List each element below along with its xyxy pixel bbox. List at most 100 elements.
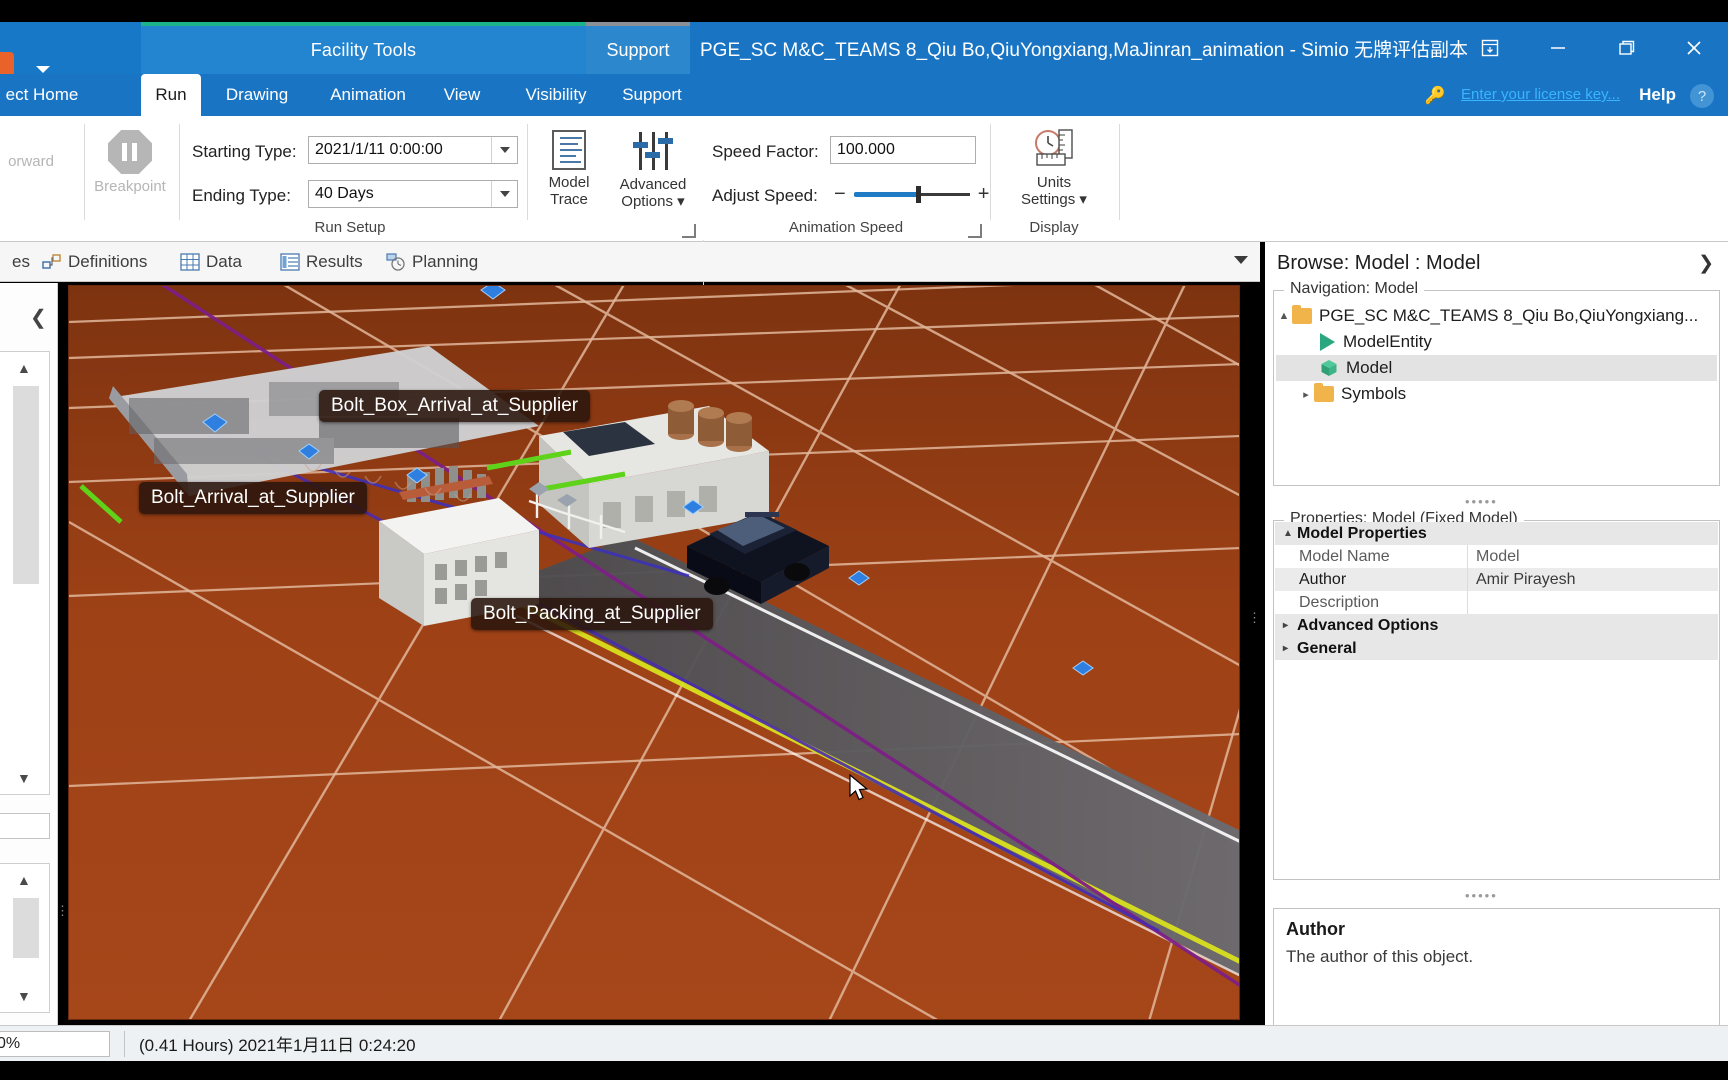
viewport-object-label[interactable]: Bolt_Packing_at_Supplier [471,598,713,630]
property-category-advanced-options[interactable]: ▸ Advanced Options [1275,614,1718,637]
run-setup-dialog-launcher[interactable] [682,224,696,238]
expander-icon[interactable]: ▲ [1276,310,1292,322]
panel-collapse-icon[interactable]: ❮ [30,305,47,330]
scroll-up-icon[interactable]: ▲ [17,360,31,376]
expander-icon[interactable]: ▸ [1298,388,1314,401]
left-scrollbar-thumb[interactable] [13,386,39,584]
property-value[interactable]: Model [1467,545,1718,568]
expander-icon[interactable]: ▸ [1283,620,1297,631]
subtab-results[interactable]: Results [280,248,363,276]
tree-item-model[interactable]: Model [1276,355,1717,381]
speed-slider-fill [853,191,918,197]
left-list-panel[interactable]: ▲ ▼ [0,351,50,795]
property-row-author[interactable]: Author Amir Pirayesh [1275,568,1718,591]
viewport-splitter-grip[interactable]: ⋮ [1248,611,1261,624]
units-settings-button[interactable]: Units Settings ▾ [1004,128,1104,209]
speed-factor-field[interactable] [830,136,976,164]
property-category-model-properties[interactable]: ▲ Model Properties [1275,522,1718,545]
minimize-button[interactable] [1524,22,1592,74]
animation-speed-dialog-launcher[interactable] [968,224,982,238]
property-row-model-name[interactable]: Model Name Model [1275,545,1718,568]
status-bar: 0% (0.41 Hours) 2021年1月11日 0:24:20 [0,1025,1728,1061]
tree-item-label: PGE_SC M&C_TEAMS 8_Qiu Bo,QiuYongxiang..… [1319,306,1699,325]
ending-type-dropdown-icon[interactable] [491,181,517,207]
speed-slider-track[interactable] [853,185,970,203]
ribbon-display-options-icon[interactable] [1456,22,1524,74]
application-window: Facility Tools Support PGE_SC M&C_TEAMS … [0,0,1728,1080]
starting-type-label: Starting Type: [192,142,297,161]
starting-type-input[interactable] [309,137,491,163]
tree-item-modelentity[interactable]: ModelEntity [1276,329,1717,355]
project-view-tabs: es Definitions Data Results Planning [0,242,1260,282]
tree-item-symbols[interactable]: ▸ Symbols [1276,381,1717,407]
property-help-body: The author of this object. [1286,947,1474,966]
folder-icon [1314,383,1334,402]
screen-letterbox-bottom [0,1061,1728,1080]
help-question-icon[interactable]: ? [1690,84,1714,108]
nav-properties-splitter[interactable]: ••••• [1465,494,1498,509]
forward-label: orward [8,153,54,170]
browse-expand-icon[interactable]: ❯ [1698,252,1714,275]
tab-drawing[interactable]: Drawing [207,74,307,116]
chevron-down-icon[interactable] [36,66,50,73]
left-list-panel-2[interactable]: ▲ ▼ [0,863,50,1013]
property-value[interactable] [1467,591,1718,614]
maximize-button[interactable] [1592,22,1660,74]
viewport-object-label[interactable]: Bolt_Arrival_at_Supplier [139,482,367,514]
property-value[interactable]: Amir Pirayesh [1467,568,1718,591]
speed-decrease-button[interactable]: − [834,184,846,204]
properties-help-splitter[interactable]: ••••• [1465,888,1498,903]
help-button[interactable]: Help [1639,85,1676,105]
scroll-down-icon-2[interactable]: ▼ [17,988,31,1004]
tab-view[interactable]: View [427,74,497,116]
adjust-speed-slider[interactable]: − + [834,184,989,204]
model-trace-button[interactable]: Model Trace [534,130,604,209]
expander-icon[interactable]: ▲ [1283,528,1297,539]
definitions-icon [42,253,62,271]
forward-button[interactable]: orward [0,153,76,171]
ending-type-input[interactable] [309,181,491,207]
tab-overflow-caret-icon[interactable] [1234,256,1248,264]
property-row-description[interactable]: Description [1275,591,1718,614]
left-scrollbar-thumb-2[interactable] [13,898,39,958]
viewport-object-label[interactable]: Bolt_Box_Arrival_at_Supplier [319,390,591,422]
speed-factor-input[interactable] [831,137,975,163]
properties-group: Properties: Model (Fixed Model) ▲ Model … [1273,510,1720,880]
ending-type-field[interactable] [308,180,518,208]
tab-project-home[interactable]: ect Home [0,74,102,116]
subtab-planning[interactable]: Planning [386,248,478,276]
expander-icon[interactable]: ▸ [1283,643,1297,654]
speed-slider-thumb[interactable] [915,185,921,203]
tab-animation[interactable]: Animation [313,74,423,116]
subtab-facilities[interactable]: es [0,248,30,276]
tab-label: View [443,85,481,104]
property-category-label: Model Properties [1297,524,1427,542]
property-category-general[interactable]: ▸ General [1275,637,1718,660]
advanced-options-button[interactable]: Advanced Options ▾ [605,130,701,211]
model-trace-icon [552,130,586,170]
adjust-speed-label: Adjust Speed: [712,186,818,205]
contextual-tab-facility-tools[interactable]: Facility Tools [141,22,586,74]
zoom-level-field[interactable]: 0% [0,1030,110,1057]
tree-item-project[interactable]: ▲ PGE_SC M&C_TEAMS 8_Qiu Bo,QiuYongxiang… [1276,303,1717,329]
license-key-link[interactable]: Enter your license key... [1461,86,1620,103]
facility-3d-viewport[interactable]: Bolt_Box_Arrival_at_Supplier Bolt_Arriva… [68,285,1240,1020]
tab-run[interactable]: Run [141,74,201,116]
tab-support[interactable]: Support [600,74,704,116]
starting-type-dropdown-icon[interactable] [491,137,517,163]
breakpoint-button[interactable]: Breakpoint [75,130,185,196]
left-rail-input[interactable] [0,813,50,839]
subtab-definitions[interactable]: Definitions [42,248,147,276]
subtab-data[interactable]: Data [180,248,242,276]
data-icon [180,253,200,271]
scroll-up-icon-2[interactable]: ▲ [17,872,31,888]
scroll-down-icon[interactable]: ▼ [17,770,31,786]
animation-speed-group-label: Animation Speed [788,219,904,236]
speed-increase-button[interactable]: + [978,184,990,204]
contextual-tab-support[interactable]: Support [586,22,690,74]
tab-visibility[interactable]: Visibility [501,74,611,116]
subtab-label: Results [306,252,363,271]
display-group-label: Display [1029,219,1079,236]
starting-type-field[interactable] [308,136,518,164]
close-button[interactable] [1660,22,1728,74]
